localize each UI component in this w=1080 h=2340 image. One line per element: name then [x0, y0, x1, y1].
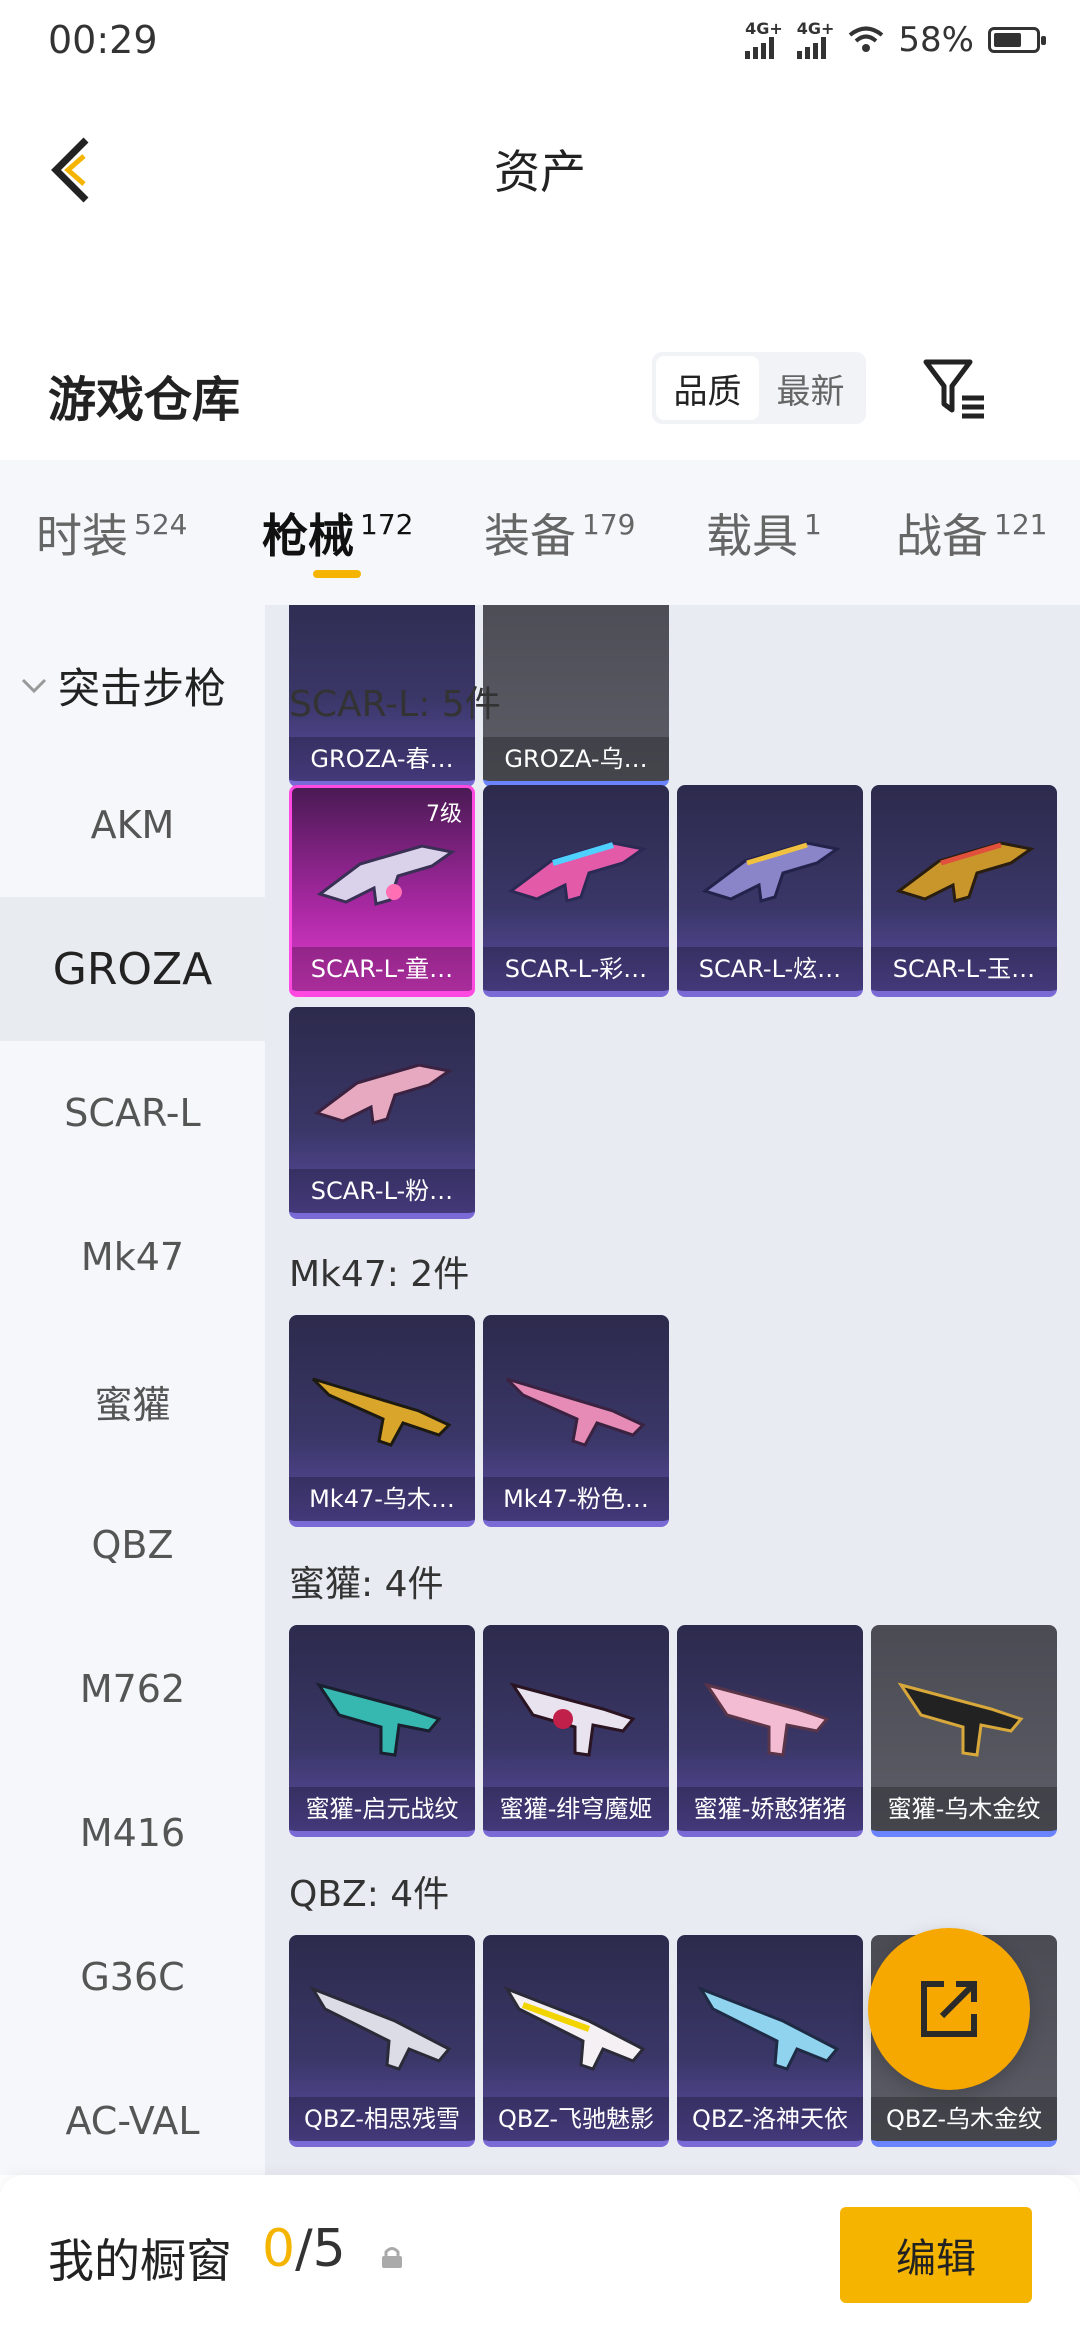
weapon-name: SCAR-L-粉…	[289, 1169, 475, 1213]
weapon-name: 蜜獾-绯穹魔姬	[483, 1787, 669, 1831]
weapon-card[interactable]: SCAR-L-粉…	[289, 1007, 475, 1219]
status-time: 00:29	[48, 18, 158, 62]
signal-icon: 4G+	[745, 21, 783, 59]
gun-image	[503, 1986, 646, 2071]
tab-guns[interactable]: 枪械 172	[262, 500, 413, 566]
weapon-card[interactable]: 蜜獾-乌木金纹	[871, 1625, 1057, 1837]
weapon-card[interactable]: QBZ-相思残雪	[289, 1935, 475, 2147]
weapon-card[interactable]: SCAR-L-彩…	[483, 785, 669, 997]
sort-toggle: 品质 最新	[652, 352, 866, 424]
weapon-name: SCAR-L-童…	[292, 947, 472, 991]
weapon-card[interactable]: 蜜獾-娇憨猪猪	[677, 1625, 863, 1837]
sidebar-item-m416[interactable]: M416	[0, 1761, 265, 1905]
gun-image	[509, 1682, 636, 1757]
battery-text: 58%	[898, 20, 974, 60]
edit-button[interactable]: 编辑	[840, 2207, 1032, 2303]
weapon-name: 蜜獾-娇憨猪猪	[677, 1787, 863, 1831]
section-label: Mk47: 2件	[289, 1254, 470, 1295]
status-icons: 4G+ 4G+ 58%	[745, 20, 1046, 60]
filter-icon[interactable]	[920, 352, 990, 424]
showcase-label: 我的橱窗	[48, 2234, 232, 2288]
tab-equipment[interactable]: 装备 179	[484, 500, 635, 566]
sidebar-item-honey-badger[interactable]: 蜜獾	[0, 1329, 265, 1473]
section-label: QBZ: 4件	[289, 1874, 450, 1915]
sidebar-item-mk47[interactable]: Mk47	[0, 1185, 265, 1329]
category-tabs: 时装 524 枪械 172 装备 179 载具 1 战备 121	[0, 460, 1080, 605]
tab-vehicles[interactable]: 载具 1	[706, 500, 822, 566]
sidebar-item-akm[interactable]: AKM	[0, 753, 265, 897]
weapon-name: QBZ-洛神天依	[677, 2097, 863, 2141]
weapon-name: 蜜獾-乌木金纹	[871, 1787, 1057, 1831]
weapon-name: SCAR-L-彩…	[483, 947, 669, 991]
weapon-sidebar: 突击步枪 AKM GROZA SCAR-L Mk47 蜜獾 QBZ M762 M…	[0, 605, 265, 2175]
section-label: 蜜獾: 4件	[289, 1564, 444, 1605]
sidebar-item-scar-l[interactable]: SCAR-L	[0, 1041, 265, 1185]
weapon-name: QBZ-相思残雪	[289, 2097, 475, 2141]
section-label: SCAR-L: 5件	[289, 684, 501, 725]
sort-quality-button[interactable]: 品质	[656, 356, 759, 420]
tab-supplies[interactable]: 战备 121	[896, 500, 1047, 566]
active-tab-indicator	[313, 570, 361, 578]
sidebar-item-ac-val[interactable]: AC-VAL	[0, 2049, 265, 2193]
weapon-name: SCAR-L-炫…	[677, 947, 863, 991]
weapon-name: QBZ-飞驰魅影	[483, 2097, 669, 2141]
lock-icon	[382, 2247, 402, 2268]
weapon-name: QBZ-乌木金纹	[871, 2097, 1057, 2141]
weapon-card[interactable]: Mk47-粉色…	[483, 1315, 669, 1527]
weapon-card[interactable]: QBZ-飞驰魅影	[483, 1935, 669, 2147]
weapon-name: SCAR-L-玉…	[871, 947, 1057, 991]
sidebar-item-g36c[interactable]: G36C	[0, 1905, 265, 2049]
wifi-icon	[849, 26, 884, 52]
weapon-card[interactable]: SCAR-L-玉…	[871, 785, 1057, 997]
gun-image	[313, 1063, 453, 1125]
gun-image	[505, 1377, 646, 1447]
gun-image	[897, 1682, 1024, 1757]
battery-icon	[988, 27, 1046, 53]
weapon-card[interactable]: QBZ-洛神天依	[677, 1935, 863, 2147]
weapon-card[interactable]: SCAR-L-炫…	[677, 785, 863, 997]
header: 资产	[0, 100, 1080, 230]
share-icon	[921, 1981, 977, 2037]
showcase-count: 0/5	[262, 2219, 346, 2279]
gun-image	[316, 844, 456, 906]
weapon-name: GROZA-乌…	[483, 737, 669, 781]
tab-fashion[interactable]: 时装 524	[36, 500, 187, 566]
sort-newest-button[interactable]: 最新	[759, 356, 862, 420]
gun-image	[697, 1986, 840, 2071]
weapon-name: GROZA-春…	[289, 737, 475, 781]
weapon-name: Mk47-粉色…	[483, 1477, 669, 1521]
weapon-card[interactable]: Mk47-乌木…	[289, 1315, 475, 1527]
signal-icon-2: 4G+	[796, 21, 834, 59]
weapon-card[interactable]: 7级 SCAR-L-童…	[289, 785, 475, 997]
gun-image	[309, 1986, 452, 2071]
gun-image	[895, 841, 1035, 903]
sidebar-category[interactable]: 突击步枪	[20, 655, 226, 716]
sidebar-item-groza[interactable]: GROZA	[0, 897, 265, 1041]
status-bar: 00:29 4G+ 4G+ 58%	[0, 0, 1080, 84]
sidebar-item-m762[interactable]: M762	[0, 1617, 265, 1761]
gun-image	[315, 1682, 442, 1757]
warehouse-title: 游戏仓库	[48, 372, 241, 428]
page-title: 资产	[494, 145, 586, 199]
share-button[interactable]	[868, 1928, 1030, 2090]
weapon-name: 蜜獾-启元战纹	[289, 1787, 475, 1831]
weapon-card[interactable]: 蜜獾-启元战纹	[289, 1625, 475, 1837]
chevron-down-icon	[21, 678, 47, 693]
sidebar-item-qbz[interactable]: QBZ	[0, 1473, 265, 1617]
gun-image	[507, 841, 647, 903]
weapon-card[interactable]: GROZA-乌…	[483, 605, 669, 787]
gun-image	[701, 841, 841, 903]
gun-image	[311, 1377, 452, 1447]
gun-image	[703, 1682, 830, 1757]
showcase-bar: 我的橱窗 0/5 编辑	[0, 2175, 1080, 2340]
weapon-card[interactable]: 蜜獾-绯穹魔姬	[483, 1625, 669, 1837]
weapon-name: Mk47-乌木…	[289, 1477, 475, 1521]
